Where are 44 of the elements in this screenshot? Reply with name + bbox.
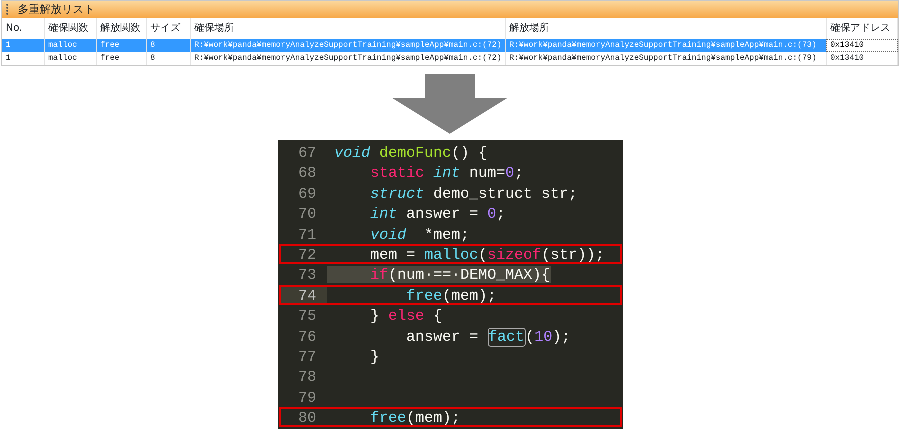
line-number: 75 (297, 307, 318, 324)
table-cell: 0x13410 (826, 52, 898, 65)
table-cell: 0x13410 (826, 39, 898, 52)
table-cell: malloc (44, 52, 96, 65)
code-line: mem = malloc(sizeof(str)); (370, 246, 605, 262)
code-line: void *mem; (370, 226, 470, 242)
code-line: } (370, 348, 380, 364)
code-line: int answer = 0; (370, 205, 506, 222)
table-cell: R:¥work¥panda¥memoryAnalyzeSupportTraining¥sampleApp¥main.c:(72) (190, 39, 505, 52)
code-line: } else { (370, 307, 443, 324)
code-line: answer = fact(10); (406, 328, 571, 344)
table-cell: R:¥work¥panda¥memoryAnalyzeSupportTraining¥sampleApp¥main.c:(79) (505, 52, 826, 65)
line-number: 70 (297, 205, 318, 222)
line-number: 68 (297, 164, 318, 181)
line-number: 78 (297, 368, 318, 385)
code-line: void demoFunc() { (334, 144, 488, 160)
line-number: 79 (297, 388, 318, 406)
table-cell: 1 (2, 52, 44, 65)
code-line: free(mem); (406, 286, 497, 304)
code-line: struct demo_struct str; (370, 184, 578, 202)
line-number: 69 (297, 184, 318, 202)
line-number: 72 (297, 246, 318, 262)
line-number: 77 (297, 348, 318, 364)
table-cell: malloc (44, 39, 96, 52)
table-row[interactable]: 1 malloc free 8 R:¥work¥panda¥memoryAnalyzeSupportTraining¥sampleApp¥main.c:(72) R:¥work¥panda¥memoryAnalyzeSupportTraining¥sampleApp¥main.c:(79) 0x13410 (2, 52, 898, 65)
panel-title: 多重解放リスト (18, 3, 95, 16)
grip-icon (6, 4, 9, 15)
down-arrow-icon (392, 74, 508, 134)
line-number: 74 (280, 286, 326, 304)
table-cell: free (96, 52, 146, 65)
table-cell: 8 (146, 52, 190, 65)
line-number: 71 (297, 226, 318, 242)
table-cell: 8 (146, 39, 190, 52)
table-row[interactable]: 1 malloc free 8 R:¥work¥panda¥memoryAnalyzeSupportTraining¥sampleApp¥main.c:(72) R:¥work¥panda¥memoryAnalyzeSupportTraining¥sampleApp¥main.c:(73) 0x13410 (2, 39, 898, 52)
table-cell: free (96, 39, 146, 52)
line-number: 76 (297, 328, 318, 344)
line-number: 80 (297, 409, 318, 426)
line-number: 67 (297, 144, 318, 160)
code-line: static int num=0; (370, 164, 524, 181)
table-cell: R:¥work¥panda¥memoryAnalyzeSupportTraining¥sampleApp¥main.c:(72) (190, 52, 505, 65)
table-cell: 1 (2, 39, 44, 52)
code-line: free(mem); (370, 409, 461, 426)
line-number: 73 (297, 266, 318, 283)
table-cell: R:¥work¥panda¥memoryAnalyzeSupportTraining¥sampleApp¥main.c:(73) (505, 39, 826, 52)
